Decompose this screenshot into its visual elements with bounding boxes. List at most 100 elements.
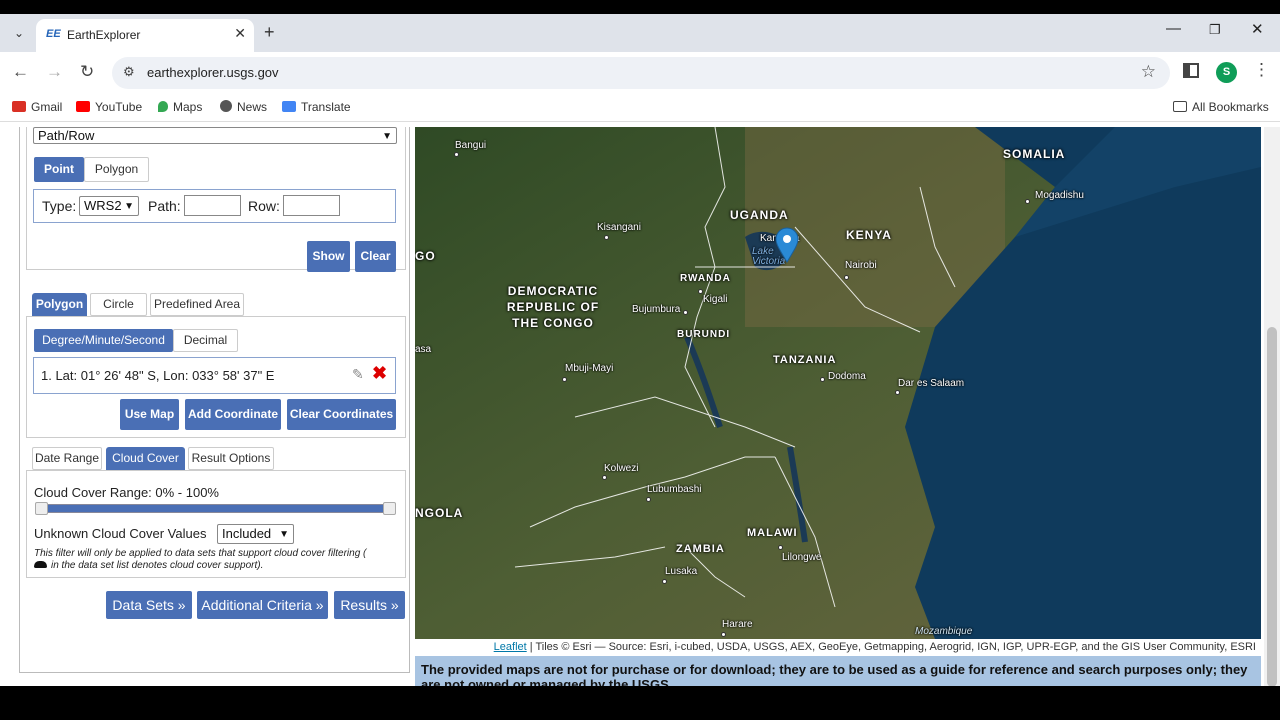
unknown-cloud-select[interactable]: Included ▼ (217, 524, 294, 544)
cloud-cover-slider[interactable] (35, 502, 396, 515)
bookmark-label: Gmail (31, 100, 63, 114)
leaflet-link[interactable]: Leaflet (494, 641, 527, 653)
cloud-icon (34, 561, 47, 568)
tab-decimal[interactable]: Decimal (173, 329, 238, 352)
bookmark-maps[interactable]: Maps (158, 100, 202, 114)
data-sets-button[interactable]: Data Sets » (106, 591, 192, 619)
tab-polygon[interactable]: Polygon (32, 293, 87, 316)
slider-min-handle[interactable] (35, 502, 48, 515)
unknown-cloud-value: Included (222, 526, 272, 541)
clear-coordinates-button[interactable]: Clear Coordinates (287, 399, 396, 430)
additional-criteria-button[interactable]: Additional Criteria » (197, 591, 328, 619)
slider-max-handle[interactable] (383, 502, 396, 515)
bookmark-label: YouTube (95, 100, 143, 114)
map-dot (778, 545, 783, 550)
map-place-bangui: Bangui (455, 140, 487, 151)
map-label-malawi: MALAWI (747, 527, 798, 539)
map-place-lilongwe: Lilongwe (782, 552, 822, 563)
path-label: Path: (148, 198, 181, 214)
chevron-down-icon: ▼ (124, 201, 134, 212)
note-text-2: in the data set list denotes cloud cover… (51, 560, 264, 571)
minimize-icon[interactable]: — (1166, 20, 1181, 37)
url-text[interactable]: earthexplorer.usgs.gov (147, 65, 279, 80)
map-dot (562, 377, 567, 382)
satellite-map[interactable]: SOMALIA UGANDA KENYA RWANDA BURUNDI DEMO… (415, 127, 1261, 639)
map-place-dodoma: Dodoma (828, 371, 866, 382)
reload-icon[interactable]: ↻ (80, 62, 94, 82)
side-panel-icon[interactable] (1183, 63, 1199, 78)
map-dot (1025, 199, 1030, 204)
tab-date-range[interactable]: Date Range (32, 447, 102, 470)
browser-toolbar: ← → ↻ ⚙ earthexplorer.usgs.gov ☆ S ⋮ (0, 52, 1280, 94)
map-imagery (415, 127, 1261, 639)
tab-strip: ⌄ EE EarthExplorer ✕ + — ❐ ✕ (0, 14, 1280, 52)
tab-close-icon[interactable]: ✕ (234, 25, 246, 42)
coordinate-mode-select[interactable]: Path/Row ▼ (33, 127, 397, 144)
site-info-icon[interactable]: ⚙ (123, 64, 135, 80)
new-tab-icon[interactable]: + (264, 22, 275, 43)
bookmark-youtube[interactable]: YouTube (76, 100, 142, 114)
browser-window: ⌄ EE EarthExplorer ✕ + — ❐ ✕ ← → ↻ ⚙ ear… (0, 14, 1280, 686)
map-dot (683, 310, 688, 315)
add-coordinate-button[interactable]: Add Coordinate (185, 399, 281, 430)
coordinate-list: 1. Lat: 01° 26' 48" S, Lon: 033° 58' 37"… (33, 357, 396, 394)
tab-cloud-cover[interactable]: Cloud Cover (106, 447, 185, 470)
coordinate-mode-value: Path/Row (38, 128, 95, 143)
tab-point[interactable]: Point (34, 157, 84, 182)
tab-predefined-area[interactable]: Predefined Area (150, 293, 244, 316)
map-place-lusaka: Lusaka (665, 566, 698, 577)
map-place-mogadishu: Mogadishu (1035, 190, 1084, 201)
map-dot (604, 235, 609, 240)
map-label-somalia: SOMALIA (1003, 147, 1066, 161)
map-dot (662, 579, 667, 584)
vertical-scroll-thumb[interactable] (1267, 327, 1277, 686)
map-dot (820, 377, 825, 382)
map-label-zambia: ZAMBIA (676, 543, 725, 555)
tab-polygon-search[interactable]: Polygon (84, 157, 149, 182)
close-window-icon[interactable]: ✕ (1251, 20, 1264, 38)
all-bookmarks[interactable]: All Bookmarks (1173, 100, 1269, 114)
map-place-bujumbura: Bujumbura (632, 304, 681, 315)
tab-result-options[interactable]: Result Options (188, 447, 274, 470)
map-label-rwanda: RWANDA (680, 273, 731, 284)
row-label: Row: (248, 198, 280, 214)
map-label-tanzania: TANZANIA (773, 354, 837, 366)
profile-avatar[interactable]: S (1216, 62, 1237, 83)
results-button[interactable]: Results » (334, 591, 405, 619)
map-marker-icon[interactable] (774, 227, 800, 263)
chevron-down-icon: ▼ (382, 131, 392, 142)
tab-circle[interactable]: Circle (90, 293, 147, 316)
bookmark-label: Translate (301, 100, 351, 114)
translate-icon (282, 101, 296, 112)
tab-search-icon[interactable]: ⌄ (8, 22, 30, 44)
map-label-drc: DEMOCRATIC REPUBLIC OF THE CONGO (506, 284, 600, 330)
bookmark-news[interactable]: News (220, 100, 267, 114)
path-input[interactable] (184, 195, 241, 216)
show-button[interactable]: Show (307, 241, 350, 272)
bookmark-star-icon[interactable]: ☆ (1141, 62, 1156, 82)
tab-earthexplorer[interactable]: EE EarthExplorer ✕ (36, 19, 254, 52)
map-attribution: Leaflet | Tiles © Esri — Source: Esri, i… (415, 639, 1261, 656)
row-input[interactable] (283, 195, 340, 216)
restore-icon[interactable]: ❐ (1209, 22, 1221, 38)
bookmark-gmail[interactable]: Gmail (12, 100, 62, 114)
search-criteria-panel: Path/Row ▼ Point Polygon Type: WRS2 ▼ Path… (0, 127, 412, 686)
map-dot (602, 475, 607, 480)
address-bar[interactable]: ⚙ earthexplorer.usgs.gov ☆ (112, 57, 1170, 89)
map-label-angola: NGOLA (415, 506, 464, 520)
forward-icon[interactable]: → (46, 62, 63, 82)
edit-icon[interactable]: ✎ (352, 366, 364, 383)
vertical-scrollbar[interactable] (1264, 127, 1280, 686)
menu-icon[interactable]: ⋮ (1253, 60, 1270, 80)
delete-icon[interactable]: ✖ (372, 363, 387, 384)
gmail-icon (12, 101, 26, 112)
youtube-icon (76, 101, 90, 112)
map-dot (646, 497, 651, 502)
clear-button[interactable]: Clear (355, 241, 396, 272)
tab-dms[interactable]: Degree/Minute/Second (34, 329, 173, 352)
type-select[interactable]: WRS2 ▼ (79, 196, 139, 216)
coordinate-entry[interactable]: 1. Lat: 01° 26' 48" S, Lon: 033° 58' 37"… (41, 368, 274, 383)
use-map-button[interactable]: Use Map (120, 399, 179, 430)
bookmark-translate[interactable]: Translate (282, 100, 351, 114)
back-icon[interactable]: ← (12, 62, 29, 82)
